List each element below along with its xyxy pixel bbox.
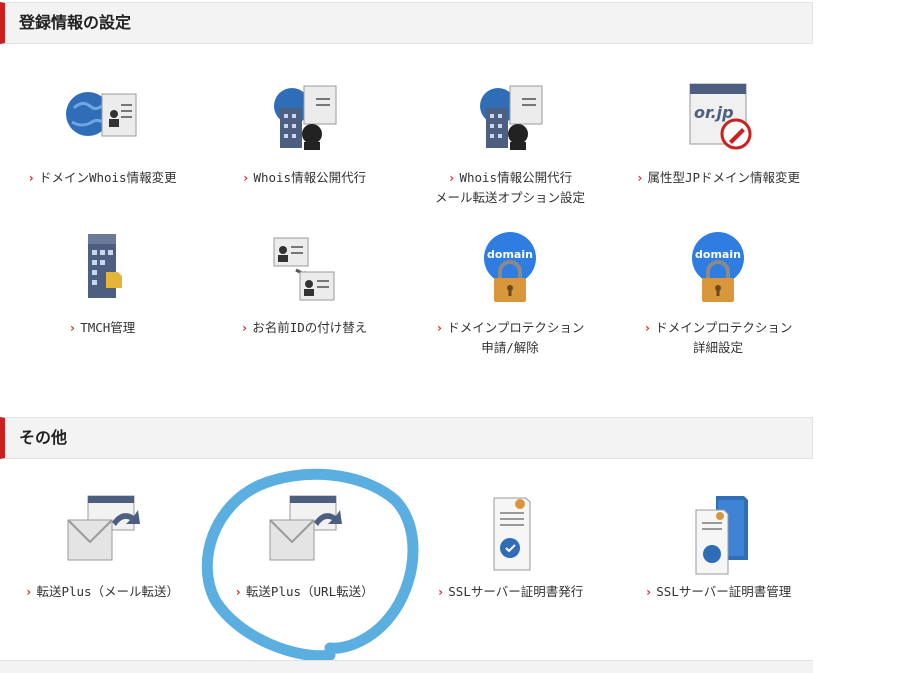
ssl-certificate-icon [493, 497, 531, 571]
ssl-certificate-manage-icon [695, 496, 748, 575]
or-jp-edit-icon: or.jp [689, 83, 752, 150]
tile-label[interactable]: › SSLサーバー証明書管理 [645, 582, 791, 602]
tile-label[interactable]: › TMCH管理 [69, 318, 136, 338]
tile-jp-attribute-change[interactable]: or.jp › 属性型JPドメイン情報変更 [616, 78, 820, 188]
tile-label[interactable]: › 属性型JPドメイン情報変更 [636, 168, 800, 188]
mail-forward-icon [67, 495, 140, 561]
svg-text:domain: domain [487, 248, 533, 261]
tile-label[interactable]: › 転送Plus（メール転送） [25, 582, 179, 602]
tile-label[interactable]: › お名前IDの付け替え [241, 318, 368, 338]
tile-forward-mail[interactable]: › 転送Plus（メール転送） [0, 492, 204, 602]
tile-label[interactable]: › Whois情報公開代行 メール転送オプション設定 [435, 168, 585, 208]
tile-whois-mail-option[interactable]: › Whois情報公開代行 メール転送オプション設定 [408, 78, 612, 208]
building-id-card-icon [274, 85, 337, 150]
tile-domain-protection-detail[interactable]: domain › ドメインプロテクション 詳細設定 [616, 228, 820, 358]
tile-ssl-manage[interactable]: › SSLサーバー証明書管理 [616, 492, 820, 602]
tile-label[interactable]: › ドメインプロテクション 詳細設定 [644, 318, 793, 358]
tile-forward-url[interactable]: › 転送Plus（URL転送） [202, 492, 406, 602]
section-header-registration: 登録情報の設定 [0, 2, 813, 44]
tile-domain-protection-apply[interactable]: domain › ドメインプロテクション 申請/解除 [408, 228, 612, 358]
tile-whois-privacy[interactable]: › Whois情報公開代行 [202, 78, 406, 188]
id-swap-icon [273, 237, 335, 301]
section-title: その他 [19, 428, 68, 447]
section-header-other: その他 [0, 417, 813, 459]
section-title: 登録情報の設定 [19, 13, 132, 32]
svg-text:or.jp: or.jp [694, 103, 734, 122]
building-id-card-mail-icon [480, 85, 543, 150]
domain-lock-icon: domain [692, 232, 744, 302]
tile-label[interactable]: › Whois情報公開代行 [242, 168, 366, 188]
tile-label[interactable]: › SSLサーバー証明書発行 [437, 582, 583, 602]
domain-lock-icon: domain [484, 232, 536, 302]
tile-tmch-management[interactable]: › TMCH管理 [0, 228, 204, 338]
tile-label[interactable]: › ドメインWhois情報変更 [27, 168, 176, 188]
tile-label[interactable]: › 転送Plus（URL転送） [234, 582, 373, 602]
next-section-header-edge [0, 660, 813, 673]
tile-ssl-issue[interactable]: › SSLサーバー証明書発行 [408, 492, 612, 602]
tile-onamae-id-swap[interactable]: › お名前IDの付け替え [202, 228, 406, 338]
svg-text:domain: domain [695, 248, 741, 261]
globe-id-card-icon [66, 92, 137, 137]
tmch-building-icon [88, 234, 122, 298]
url-forward-icon [269, 495, 342, 561]
tile-domain-whois-change[interactable]: › ドメインWhois情報変更 [0, 78, 204, 188]
tile-label[interactable]: › ドメインプロテクション 申請/解除 [436, 318, 585, 358]
